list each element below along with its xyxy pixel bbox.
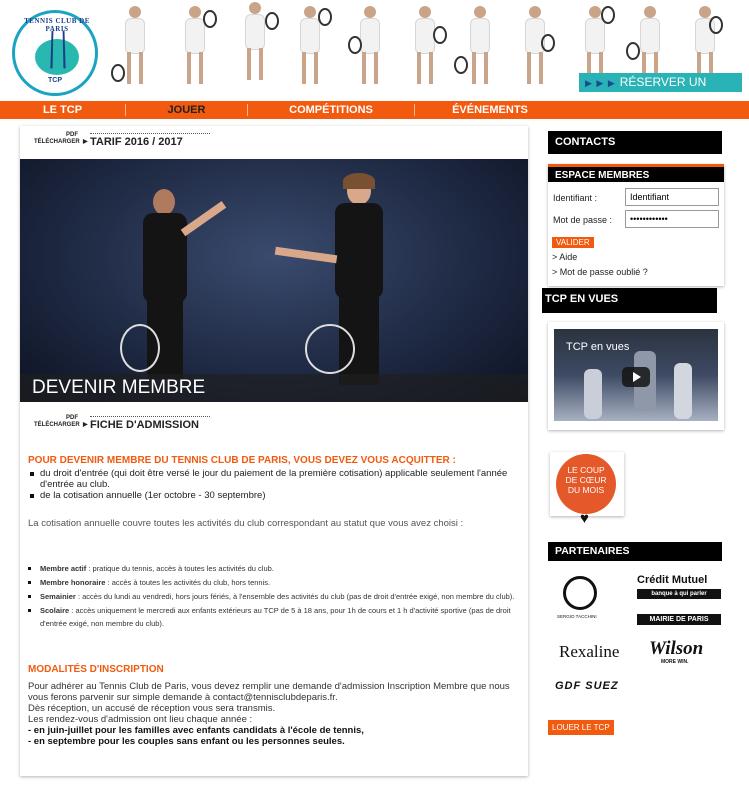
list-item: Scolaire : accès uniquement le mercredi …	[28, 604, 522, 630]
list-item: de la cotisation annuelle (1er octobre -…	[28, 490, 520, 501]
logo-sub: TCP	[48, 77, 62, 84]
sergio-tacchini-text: SERGIO TACCHINI	[557, 614, 597, 619]
coeur-line: DU MOIS	[567, 485, 605, 495]
heart-icon: ♥	[580, 510, 589, 527]
eiffel-tower-icon	[50, 30, 66, 69]
club-logo[interactable]: TENNIS CLUB DE PARIS TCP	[12, 10, 98, 96]
fiche-download[interactable]: PDF TÉLÉCHARGER ▶ FICHE D'ADMISSION	[34, 413, 210, 431]
nav-item-jouer[interactable]: JOUER	[126, 101, 247, 119]
list-item: Semainier : accès du lundi au vendredi, …	[28, 590, 522, 603]
main-nav: LE TCP JOUER COMPÉTITIONS ÉVÉNEMENTS	[0, 101, 749, 119]
rexaline-logo[interactable]: Rexaline	[559, 642, 619, 662]
gdf-suez-logo[interactable]: GDF SUEZ	[555, 680, 619, 692]
fiche-title[interactable]: FICHE D'ADMISSION	[90, 416, 210, 431]
forgot-password-link[interactable]: > Mot de passe oublié ?	[552, 267, 648, 277]
hero-image: DEVENIR MEMBRE	[20, 159, 528, 402]
tcp-en-vues-title: TCP EN VUES	[542, 288, 717, 313]
inscription-line: Pour adhérer au Tennis Club de Paris, vo…	[28, 681, 510, 703]
password-input[interactable]	[625, 210, 719, 228]
nav-item-competitions[interactable]: COMPÉTITIONS	[248, 101, 414, 119]
download-label: TÉLÉCHARGER	[34, 422, 80, 428]
pdf-download-icon: PDF TÉLÉCHARGER ▶	[34, 415, 88, 431]
download-label: TÉLÉCHARGER	[34, 139, 80, 145]
identifiant-input[interactable]	[625, 188, 719, 206]
members-title: ESPACE MEMBRES	[548, 164, 724, 182]
arrow-right-icon: ▶	[83, 139, 88, 145]
aide-link[interactable]: > Aide	[552, 252, 577, 262]
pdf-download-icon: PDF TÉLÉCHARGER ▶	[34, 132, 88, 148]
inscription-text: Pour adhérer au Tennis Club de Paris, vo…	[28, 681, 520, 747]
partner-logos: SERGIO TACCHINI Crédit Mutuel banque à q…	[549, 568, 725, 708]
player-figure	[111, 6, 155, 88]
status-desc: : accès uniquement le mercredi aux enfan…	[40, 606, 511, 628]
play-icon[interactable]	[622, 367, 650, 387]
arrows-icon: ▶ ▶ ▶	[585, 78, 616, 88]
identifiant-label: Identifiant :	[553, 193, 598, 203]
video-figure	[674, 363, 692, 419]
player-figure	[515, 6, 555, 88]
pdf-label: PDF	[66, 415, 78, 421]
tarif-download[interactable]: PDF TÉLÉCHARGER ▶ TARIF 2016 / 2017	[34, 130, 210, 148]
status-name: Membre actif	[40, 564, 87, 573]
credit-mutuel-logo[interactable]: Crédit Mutuel	[637, 574, 707, 586]
player-figure	[348, 6, 390, 88]
sergio-tacchini-logo[interactable]	[563, 576, 597, 610]
members-panel: ESPACE MEMBRES Identifiant : Mot de pass…	[548, 164, 724, 286]
player-figure	[405, 6, 447, 88]
list-item: Membre actif : pratique du tennis, accès…	[28, 562, 522, 575]
inscription-line: Les rendez-vous d'admission ont lieu cha…	[28, 714, 253, 725]
player-figure	[235, 2, 279, 84]
reserve-court-button[interactable]: ▶ ▶ ▶RÉSERVER UN COURT	[579, 73, 742, 109]
partenaires-title: PARTENAIRES	[548, 542, 722, 561]
status-desc: : pratique du tennis, accès à toutes les…	[86, 564, 274, 573]
list-item: Membre honoraire : accès à toutes les ac…	[28, 576, 522, 589]
nav-item-evenements[interactable]: ÉVÉNEMENTS	[415, 101, 565, 119]
section-title-acquitter: POUR DEVENIR MEMBRE DU TENNIS CLUB DE PA…	[28, 455, 456, 466]
video-panel: TCP en vues	[548, 322, 724, 430]
status-name: Membre honoraire	[40, 578, 106, 587]
louer-tcp-button[interactable]: LOUER LE TCP	[548, 720, 614, 735]
player-figure	[175, 6, 217, 88]
cotisation-text: La cotisation annuelle couvre toutes les…	[28, 518, 464, 529]
status-list: Membre actif : pratique du tennis, accès…	[28, 562, 522, 631]
pdf-label: PDF	[66, 132, 78, 138]
status-name: Scolaire	[40, 606, 70, 615]
nav-item-le-tcp[interactable]: LE TCP	[0, 101, 125, 119]
password-label: Mot de passe :	[553, 215, 613, 225]
header: TENNIS CLUB DE PARIS TCP ▶ ▶ ▶ RÉSERVER U…	[0, 0, 749, 109]
valider-button[interactable]: VALIDER	[552, 237, 594, 248]
status-desc: : accès du lundi au vendredi, hors jours…	[75, 592, 515, 601]
status-desc: : accès à toutes les activités du club, …	[105, 578, 271, 587]
page: TENNIS CLUB DE PARIS TCP ▶ ▶ ▶ RÉSERVER U…	[0, 0, 749, 795]
main-content: PDF TÉLÉCHARGER ▶ TARIF 2016 / 2017 DEVE…	[20, 126, 528, 776]
coeur-line: LE COUP	[567, 465, 605, 475]
fees-list: du droit d'entrée (qui doit être versé l…	[28, 468, 520, 501]
inscription-bold-line: - en juin-juillet pour les familles avec…	[28, 725, 364, 736]
inscription-bold-line: - en septembre pour les couples sans enf…	[28, 736, 345, 747]
player-figure	[454, 6, 500, 88]
inscription-line: Dès réception, un accusé de réception vo…	[28, 703, 276, 714]
section-title-modalites: MODALITÉS D'INSCRIPTION	[28, 664, 164, 675]
coeur-line: DE CŒUR	[565, 475, 607, 485]
status-name: Semainier	[40, 592, 76, 601]
video-figure	[584, 369, 602, 419]
wilson-tagline: MORE WIN.	[661, 659, 689, 665]
tarif-title[interactable]: TARIF 2016 / 2017	[90, 133, 210, 148]
player-figure	[290, 6, 332, 88]
racket-icon	[305, 324, 355, 374]
hero-caption: DEVENIR MEMBRE	[20, 374, 528, 402]
contacts-link[interactable]: CONTACTS	[548, 131, 722, 154]
list-item: du droit d'entrée (qui doit être versé l…	[28, 468, 520, 490]
wilson-logo[interactable]: Wilson	[649, 638, 703, 660]
racket-icon	[120, 324, 160, 372]
coup-de-coeur-badge[interactable]: LE COUP DE CŒUR DU MOIS ♥	[550, 452, 624, 527]
video-player[interactable]: TCP en vues	[554, 329, 718, 421]
arrow-right-icon: ▶	[83, 422, 88, 428]
mairie-de-paris-logo[interactable]: MAIRIE DE PARIS	[637, 614, 721, 625]
coeur-circle: LE COUP DE CŒUR DU MOIS	[556, 454, 616, 514]
video-title: TCP en vues	[566, 341, 630, 353]
credit-mutuel-tagline: banque à qui parler	[637, 589, 721, 599]
